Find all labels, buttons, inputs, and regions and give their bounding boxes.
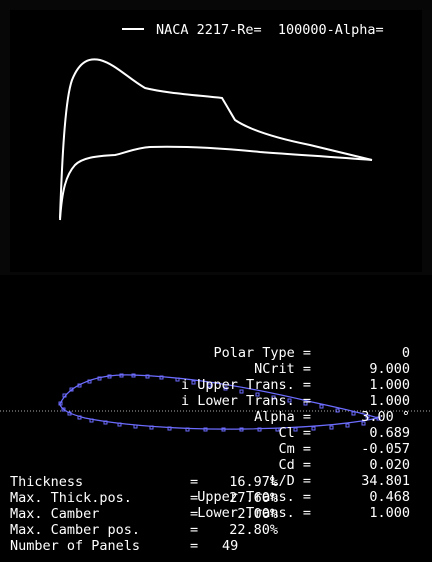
forced-lower-trans-label: i Lower Trans. = [180, 393, 311, 409]
lower-trans-value: 1.000 [369, 505, 410, 521]
number-of-panels-value: 49 [222, 538, 239, 554]
max-camber-pos-value: 22.80% [229, 522, 278, 538]
forced-lower-trans-value: 1.000 [369, 393, 410, 409]
cl-value: 0.689 [369, 425, 410, 441]
number-of-panels-eq: = [190, 538, 199, 554]
polar-type-label: Polar Type = [213, 345, 311, 361]
max-camber-pos-label: Max. Camber pos. [10, 522, 141, 538]
thickness-eq: = [190, 474, 199, 490]
ld-value: 34.801 [361, 473, 410, 489]
max-camber-value: 2.00% [237, 506, 278, 522]
thickness-value: 16.97% [229, 474, 278, 490]
polar-type-value: 0 [401, 345, 410, 361]
alpha-value: 3.00 ° [361, 409, 410, 425]
upper-trans-value: 0.468 [369, 489, 410, 505]
max-thick-pos-label: Max. Thick.pos. [10, 490, 132, 506]
max-thick-pos-value: 27.60% [229, 490, 278, 506]
number-of-panels-label: Number of Panels [10, 538, 141, 554]
forced-upper-trans-label: i Upper Trans. = [180, 377, 311, 393]
ncrit-value: 9.000 [369, 361, 410, 377]
alpha-label: Alpha = [254, 409, 311, 425]
cm-value: -0.057 [361, 441, 410, 457]
max-thick-pos-eq: = [190, 490, 199, 506]
cm-label: Cm = [278, 441, 311, 457]
cd-value: 0.020 [369, 457, 410, 473]
max-camber-eq: = [190, 506, 199, 522]
max-camber-pos-eq: = [190, 522, 199, 538]
max-camber-label: Max. Camber [10, 506, 100, 522]
thickness-label: Thickness [10, 474, 84, 490]
ncrit-label: NCrit = [254, 361, 311, 377]
cl-label: Cl = [278, 425, 311, 441]
forced-upper-trans-value: 1.000 [369, 377, 410, 393]
cd-label: Cd = [278, 457, 311, 473]
